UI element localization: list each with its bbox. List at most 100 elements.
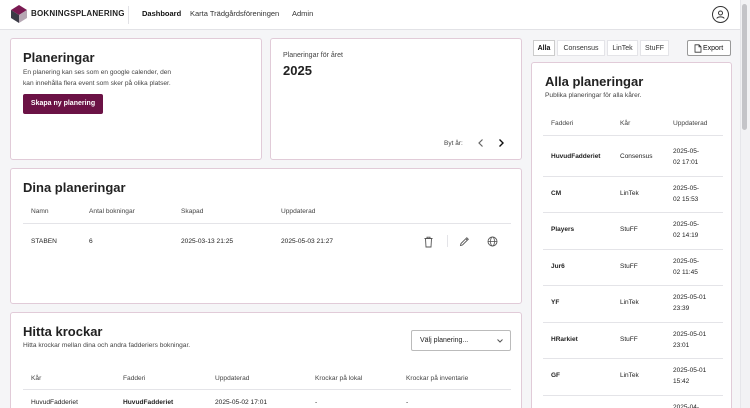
row-fadderi: HuvudFadderiet bbox=[551, 153, 601, 161]
export-label: Export bbox=[703, 45, 724, 52]
planeringar-description-line1: En planering kan ses som en google calen… bbox=[23, 69, 172, 76]
row-time: 02 17:01 bbox=[673, 159, 699, 167]
planering-select-value: Välj planering... bbox=[420, 337, 469, 344]
dina-planeringar-title: Dina planeringar bbox=[23, 180, 126, 195]
row-antal: 6 bbox=[89, 238, 93, 245]
row-kar: StuFF bbox=[620, 335, 638, 343]
row-fadderi: GF bbox=[551, 372, 561, 380]
tab-alla[interactable]: Alla bbox=[533, 40, 555, 56]
row-uppdaterad: 2025-05-03 21:27 bbox=[281, 238, 334, 245]
krockar-header-uppdaterad: Uppdaterad bbox=[215, 375, 250, 382]
user-icon bbox=[716, 10, 725, 19]
hitta-krockar-title: Hitta krockar bbox=[23, 324, 103, 339]
alla-header-uppdaterad: Uppdaterad bbox=[673, 120, 708, 127]
alla-planeringar-card: Alla planeringar Publika planeringar för… bbox=[531, 62, 732, 408]
row-kar: LinTek bbox=[620, 299, 639, 307]
pencil-icon[interactable] bbox=[459, 236, 470, 247]
column-header-skapad: Skapad bbox=[181, 208, 204, 215]
page-scrollbar-thumb[interactable] bbox=[742, 4, 747, 130]
krockar-header-fadderi: Fadderi bbox=[123, 375, 146, 382]
row-date: 2025-04- bbox=[673, 403, 700, 408]
krockar-header-kar: Kår bbox=[31, 375, 42, 382]
row-kar: StuFF bbox=[620, 226, 638, 234]
row-date: 2025-05- bbox=[673, 148, 700, 156]
krockar-header-inventarie: Krockar på inventarie bbox=[406, 375, 469, 382]
row-time: 15:42 bbox=[673, 378, 690, 386]
dina-planeringar-card: Dina planeringar Namn Antal bokningar Sk… bbox=[10, 168, 522, 304]
chevron-right-icon[interactable] bbox=[496, 138, 506, 148]
row-divider bbox=[543, 248, 723, 250]
planering-select[interactable]: Välj planering... bbox=[411, 330, 511, 351]
row-time: 02 14:19 bbox=[673, 232, 699, 240]
row-kar: StuFF bbox=[620, 262, 638, 270]
row-divider bbox=[543, 285, 723, 286]
alla-header-divider bbox=[543, 135, 723, 136]
table-header-divider bbox=[23, 223, 511, 224]
krockar-row-kar: HuvudFadderiet bbox=[31, 399, 78, 406]
krockar-row-lokal: - bbox=[315, 399, 318, 406]
globe-icon[interactable] bbox=[487, 236, 498, 247]
alla-header-kar: Kår bbox=[620, 120, 631, 127]
tab-stuff[interactable]: StuFF bbox=[640, 40, 669, 56]
row-fadderi: Jur6 bbox=[551, 262, 565, 270]
row-divider bbox=[543, 212, 723, 213]
row-fadderi: YF bbox=[551, 299, 560, 307]
row-fadderi: Players bbox=[551, 226, 575, 234]
row-date: 2025-05-01 bbox=[673, 294, 707, 302]
row-date: 2025-05-01 bbox=[673, 330, 707, 338]
row-date: 2025-05-01 bbox=[673, 367, 707, 375]
row-divider bbox=[543, 321, 723, 323]
export-button[interactable]: Export bbox=[687, 40, 731, 56]
krockar-row-fadderi: HuvudFadderiet bbox=[123, 399, 174, 406]
row-divider bbox=[543, 175, 723, 177]
nav-dashboard[interactable]: Dashboard bbox=[142, 9, 181, 18]
planeringar-card: Planeringar En planering kan ses som en … bbox=[10, 38, 262, 160]
year-value: 2025 bbox=[283, 63, 312, 78]
krockar-header-divider bbox=[23, 389, 511, 390]
chevron-down-icon bbox=[497, 339, 503, 343]
column-header-namn: Namn bbox=[31, 208, 49, 215]
row-time: 23:39 bbox=[673, 305, 690, 313]
chevron-left-icon[interactable] bbox=[476, 138, 486, 148]
hitta-krockar-card: Hitta krockar Hitta krockar mellan dina … bbox=[10, 312, 522, 408]
alla-planeringar-title: Alla planeringar bbox=[545, 74, 644, 89]
alla-header-fadderi: Fadderi bbox=[551, 120, 574, 127]
nav-divider bbox=[128, 6, 129, 24]
hitta-krockar-subtitle: Hitta krockar mellan dina och andra fadd… bbox=[23, 342, 191, 349]
row-time: 02 11:45 bbox=[673, 268, 698, 276]
row-divider bbox=[543, 394, 723, 396]
row-kar: LinTek bbox=[620, 372, 639, 380]
tab-lintek[interactable]: LinTek bbox=[607, 40, 638, 56]
row-divider bbox=[543, 358, 723, 359]
row-fadderi: HRarkiet bbox=[551, 335, 578, 343]
row-time: 23:01 bbox=[673, 341, 690, 349]
create-planering-button[interactable]: Skapa ny planering bbox=[23, 94, 103, 114]
year-label: Planeringar för året bbox=[283, 52, 343, 59]
row-kar: Consensus bbox=[620, 153, 653, 161]
app-logo-icon[interactable] bbox=[10, 4, 28, 24]
switch-year-label: Byt år: bbox=[444, 140, 463, 147]
trash-icon[interactable] bbox=[423, 236, 434, 248]
krockar-row-inventarie: - bbox=[406, 399, 409, 406]
brand-title[interactable]: BOKNINGSPLANERING bbox=[31, 9, 125, 18]
row-date: 2025-05- bbox=[673, 221, 700, 229]
user-menu-button[interactable] bbox=[712, 6, 729, 23]
year-card: Planeringar för året 2025 Byt år: bbox=[270, 38, 522, 160]
document-icon bbox=[694, 44, 702, 53]
row-kar: LinTek bbox=[620, 189, 639, 197]
planeringar-title: Planeringar bbox=[23, 50, 95, 65]
row-fadderi: CM bbox=[551, 189, 562, 197]
planeringar-description-line2: kan innehålla flera event som sker på ol… bbox=[23, 80, 171, 87]
alla-planeringar-subtitle: Publika planeringar för alla kårer. bbox=[545, 92, 642, 99]
krockar-header-lokal: Krockar på lokal bbox=[315, 375, 363, 382]
row-date: 2025-05- bbox=[673, 257, 700, 265]
column-header-uppdaterad: Uppdaterad bbox=[281, 208, 316, 215]
row-namn: STABEN bbox=[31, 238, 57, 245]
row-skapad: 2025-03-13 21:25 bbox=[181, 238, 234, 245]
column-header-antal: Antal bokningar bbox=[89, 208, 135, 215]
nav-admin[interactable]: Admin bbox=[292, 9, 313, 18]
row-time: 02 15:53 bbox=[673, 195, 699, 203]
krockar-row-uppdaterad: 2025-05-02 17:01 bbox=[215, 399, 268, 406]
tab-consensus[interactable]: Consensus bbox=[557, 40, 605, 56]
nav-karta[interactable]: Karta Trädgårdsföreningen bbox=[190, 9, 279, 18]
